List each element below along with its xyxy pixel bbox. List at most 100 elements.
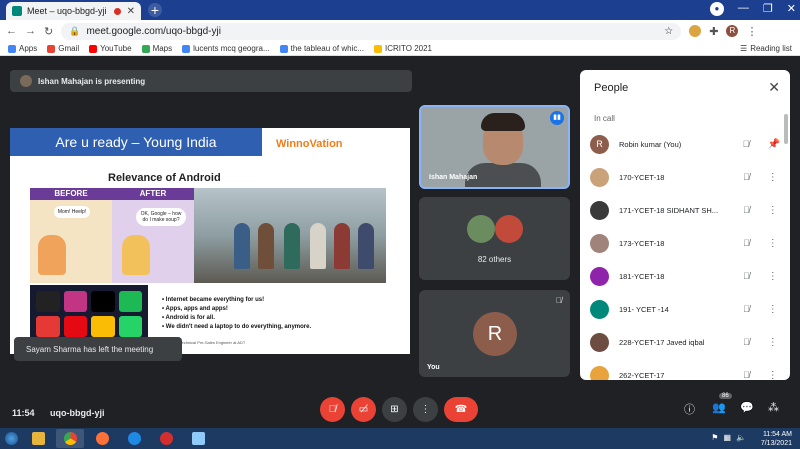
minimize-button[interactable]: — <box>738 2 749 16</box>
bookmark-icrito[interactable]: ICRITO 2021 <box>374 44 432 53</box>
participant-row[interactable]: 228-YCET-17 Javed iqbal 🎙̸ ⋮ <box>590 331 780 353</box>
participant-name: 262-YCET-17 <box>619 370 665 380</box>
participant-row[interactable]: 171-YCET-18 SIDHANT SH... 🎙̸ ⋮ <box>590 199 780 221</box>
address-bar[interactable]: 🔒 meet.google.com/uqo-bbgd-yji ☆ <box>61 22 682 40</box>
taskbar-paint[interactable] <box>184 429 212 448</box>
taskbar-explorer[interactable] <box>24 429 52 448</box>
back-arrow-icon[interactable]: ← <box>6 25 17 37</box>
more-options-icon[interactable]: ⋮ <box>768 337 778 348</box>
browser-tab-meet[interactable]: Meet – uqo-bbgd-yji ✕ <box>6 2 141 20</box>
folder-icon <box>31 432 45 445</box>
camera-off-button[interactable]: ▭̸ <box>351 397 376 422</box>
shared-slide: Are u ready – Young India WinnoVation Re… <box>10 128 410 354</box>
bookmark-gmail[interactable]: Gmail <box>47 44 79 53</box>
tab-close-icon[interactable]: ✕ <box>127 6 135 17</box>
bookmark-maps[interactable]: Maps <box>141 44 172 53</box>
flag-icon[interactable]: ⚑ <box>711 433 718 442</box>
start-button[interactable] <box>0 428 22 449</box>
meet-stage: Ishan Mahajan is presenting Are u ready … <box>0 57 800 428</box>
taskbar-chrome[interactable] <box>56 429 84 448</box>
window-controls: ● — ❐ ✕ <box>709 2 796 16</box>
close-icon[interactable]: ✕ <box>768 79 780 96</box>
app-tile <box>36 291 60 312</box>
mic-off-icon[interactable]: 🎙̸ <box>743 271 750 281</box>
forward-arrow-icon[interactable]: → <box>25 25 36 37</box>
self-video-tile[interactable]: 🎙̸ R You <box>419 290 570 377</box>
activities-icon[interactable]: ⁂ <box>768 401 779 414</box>
mic-off-icon[interactable]: 🎙̸ <box>743 304 750 314</box>
more-options-icon[interactable]: ⋮ <box>768 370 778 381</box>
youtube-icon <box>89 44 98 53</box>
person-figure <box>310 223 326 269</box>
bookmark-tableau[interactable]: the tableau of whic... <box>279 44 364 53</box>
participant-name: 171-YCET-18 SIDHANT SH... <box>619 205 719 215</box>
more-options-icon[interactable]: ⋮ <box>768 304 778 315</box>
mic-off-button[interactable]: 🎙̸ <box>320 397 345 422</box>
person-figure <box>284 223 300 269</box>
taskbar-edge[interactable] <box>120 429 148 448</box>
participant-row[interactable]: 262-YCET-17 🎙̸ ⋮ <box>590 364 780 380</box>
bookmark-lucents[interactable]: lucents mcq geogra... <box>182 44 270 53</box>
profile-avatar[interactable]: R <box>726 25 739 37</box>
participant-avatar <box>590 332 609 352</box>
mic-off-icon[interactable]: 🎙̸ <box>743 238 750 248</box>
others-tile[interactable]: 82 others <box>419 197 570 280</box>
clock-date: 7/13/2021 <box>760 440 792 447</box>
system-clock[interactable]: 11:54 AM 7/13/2021 <box>761 430 792 448</box>
media-indicator-icon[interactable]: ● <box>709 2 724 16</box>
presenter-video-tile[interactable]: ▮▮ Ishan Mahajan <box>419 105 570 189</box>
close-window-button[interactable]: ✕ <box>787 2 796 16</box>
slide-brand-logo: WinnoVation <box>276 138 343 150</box>
mic-off-icon[interactable]: 🎙̸ <box>743 205 750 215</box>
more-options-icon[interactable]: ⋮ <box>768 205 778 216</box>
maps-icon <box>141 44 150 53</box>
participant-row[interactable]: 173-YCET-18 🎙̸ ⋮ <box>590 232 780 254</box>
participant-row[interactable]: 181-YCET-18 🎙̸ ⋮ <box>590 265 780 287</box>
panel-scrollbar[interactable] <box>784 114 788 144</box>
app-tile <box>91 316 115 337</box>
more-options-icon[interactable]: ⋮ <box>768 271 778 282</box>
network-icon[interactable]: ▦ <box>723 433 731 442</box>
bookmark-apps[interactable]: Apps <box>8 44 37 53</box>
present-button[interactable]: ⊞ <box>382 397 407 422</box>
meet-favicon-icon <box>12 6 22 16</box>
slide-subtitle: Relevance of Android <box>108 172 221 184</box>
extension-icon[interactable] <box>689 25 702 37</box>
app-tile <box>63 316 87 337</box>
meeting-code: uqo-bbgd-yji <box>50 407 105 418</box>
maximize-button[interactable]: ❐ <box>763 2 773 16</box>
new-tab-button[interactable]: + <box>148 3 162 17</box>
reading-list-label: Reading list <box>750 44 792 53</box>
participant-row[interactable]: 191- YCET -14 🎙̸ ⋮ <box>590 298 780 320</box>
reload-icon[interactable]: ↻ <box>44 25 53 38</box>
url-text: meet.google.com/uqo-bbgd-yji <box>86 25 221 37</box>
mic-off-icon: 🎙̸ <box>556 296 562 305</box>
pin-icon[interactable]: 📌 <box>768 139 780 150</box>
chat-icon[interactable]: 💬 <box>740 401 754 414</box>
mic-off-icon[interactable]: 🎙̸ <box>743 370 750 380</box>
chrome-menu-icon[interactable]: ⋮ <box>746 25 757 38</box>
taskbar-firefox[interactable] <box>88 429 116 448</box>
star-icon[interactable]: ☆ <box>664 26 673 37</box>
participant-row[interactable]: R Robin kumar (You) 🎙̸ 📌 <box>590 133 780 155</box>
mic-off-icon[interactable]: 🎙̸ <box>743 337 750 347</box>
volume-icon[interactable]: 🔈 <box>736 433 746 442</box>
puzzle-icon[interactable]: ✚ <box>709 25 718 38</box>
others-count: 82 others <box>477 255 512 264</box>
lock-icon[interactable]: 🔒 <box>69 26 80 37</box>
reading-list-button[interactable]: ☰ Reading list <box>740 44 792 53</box>
edge-icon <box>127 432 141 445</box>
participant-name: 181-YCET-18 <box>619 271 665 281</box>
mic-off-icon[interactable]: 🎙̸ <box>743 139 750 149</box>
taskbar-opera[interactable] <box>152 429 180 448</box>
more-options-button[interactable]: ⋮ <box>413 397 438 422</box>
leave-call-button[interactable]: ☎ <box>444 397 478 422</box>
more-options-icon[interactable]: ⋮ <box>768 238 778 249</box>
bookmark-youtube[interactable]: YouTube <box>89 44 132 53</box>
more-options-icon[interactable]: ⋮ <box>768 172 778 183</box>
participant-row[interactable]: 170-YCET-18 🎙̸ ⋮ <box>590 166 780 188</box>
app-tile <box>63 291 87 312</box>
people-icon[interactable]: 👥 <box>712 401 726 414</box>
meeting-details-icon[interactable]: ⓘ <box>684 401 695 417</box>
mic-off-icon[interactable]: 🎙̸ <box>743 172 750 182</box>
